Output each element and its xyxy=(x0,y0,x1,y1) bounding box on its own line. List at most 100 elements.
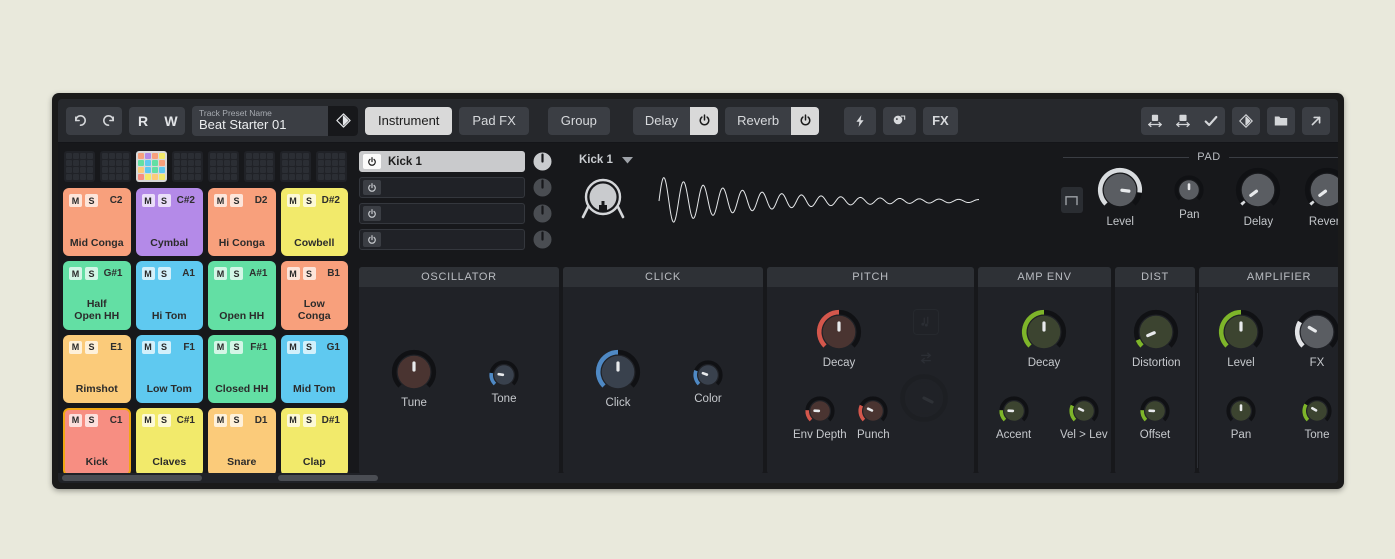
fx-button[interactable]: FX xyxy=(923,106,958,135)
pad-bank-2[interactable] xyxy=(100,151,131,182)
pad-bank-1[interactable] xyxy=(64,151,95,182)
pad-half-open-hh[interactable]: M S G#1 Half Open HH xyxy=(63,261,131,330)
knob-decay[interactable]: Decay xyxy=(1021,309,1067,369)
scrollbar-thumb-main[interactable] xyxy=(278,475,378,481)
layer-power-icon[interactable] xyxy=(363,154,381,169)
pad-open-hh[interactable]: M S A#1 Open HH xyxy=(208,261,276,330)
pad-solo-button[interactable]: S xyxy=(230,267,243,281)
pad-mute-button[interactable]: M xyxy=(69,413,82,427)
pad-solo-button[interactable]: S xyxy=(230,413,243,427)
undo-icon[interactable] xyxy=(66,107,94,135)
write-automation-button[interactable]: W xyxy=(157,107,185,135)
layer-level-knob[interactable] xyxy=(525,230,559,249)
pad-cowbell[interactable]: M S D#2 Cowbell xyxy=(280,188,348,257)
pad-snare[interactable]: M S D1 Snare xyxy=(208,407,276,476)
pad-solo-button[interactable]: S xyxy=(230,340,243,354)
note-sync-icon[interactable] xyxy=(913,309,939,335)
pad-solo-button[interactable]: S xyxy=(157,267,171,281)
knob-level[interactable]: Level xyxy=(1218,309,1264,369)
pad-mute-button[interactable]: M xyxy=(214,340,227,354)
check-icon[interactable] xyxy=(1197,107,1225,135)
layer-level-knob[interactable] xyxy=(525,178,559,197)
pad-mute-button[interactable]: M xyxy=(141,413,155,427)
delay-power-icon[interactable] xyxy=(690,106,719,135)
tab-group[interactable]: Group xyxy=(547,106,610,135)
knob-tone[interactable]: Tone xyxy=(488,359,520,405)
knob-offset[interactable]: Offset xyxy=(1139,395,1171,441)
layer-slot-4[interactable] xyxy=(359,229,525,250)
pad-bank-7[interactable] xyxy=(280,151,311,182)
pad-mute-button[interactable]: M xyxy=(141,340,155,354)
pad-mute-button[interactable]: M xyxy=(214,267,227,281)
pad-low-tom[interactable]: M S F1 Low Tom xyxy=(135,334,203,403)
diamond-icon[interactable] xyxy=(1232,107,1260,135)
knob-accent[interactable]: Accent xyxy=(996,395,1031,441)
tab-pad-fx[interactable]: Pad FX xyxy=(459,106,529,135)
sync-arrow-icon[interactable] xyxy=(913,345,939,371)
resize-width-icon[interactable] xyxy=(1141,107,1169,135)
pad-mid-conga[interactable]: M S C2 Mid Conga xyxy=(63,188,131,257)
pad-solo-button[interactable]: S xyxy=(302,194,316,207)
pad-mute-button[interactable]: M xyxy=(69,267,82,281)
pad-mute-button[interactable]: M xyxy=(141,267,155,281)
pad-bank-3[interactable] xyxy=(136,151,167,182)
layer-level-knob[interactable] xyxy=(525,204,559,223)
pad-rimshot[interactable]: M S E1 Rimshot xyxy=(63,334,131,403)
reverb-label[interactable]: Reverb xyxy=(725,107,791,135)
pad-mute-button[interactable]: M xyxy=(69,340,82,354)
layer-slot-3[interactable] xyxy=(359,203,525,224)
knob-vel-lev[interactable]: Vel > Lev xyxy=(1060,395,1108,441)
read-automation-button[interactable]: R xyxy=(129,107,157,135)
scrollbar-thumb-left[interactable] xyxy=(62,475,202,481)
pad-solo-button[interactable]: S xyxy=(85,413,98,427)
redo-icon[interactable] xyxy=(94,107,122,135)
square-wave-icon[interactable] xyxy=(1061,187,1083,213)
pad-mute-button[interactable]: M xyxy=(141,194,155,207)
pad-solo-button[interactable]: S xyxy=(302,413,316,427)
pad-knob-delay[interactable]: Delay xyxy=(1227,167,1290,228)
expand-arrow-icon[interactable] xyxy=(1302,107,1330,135)
layer-slot-2[interactable] xyxy=(359,177,525,198)
pad-solo-button[interactable]: S xyxy=(157,340,171,354)
resize-list-icon[interactable] xyxy=(1169,107,1197,135)
layer-slot-1[interactable]: Kick 1 xyxy=(359,151,525,172)
folder-icon[interactable] xyxy=(1267,107,1295,135)
layer-power-icon[interactable] xyxy=(363,232,381,247)
pad-solo-button[interactable]: S xyxy=(85,194,98,207)
pad-bank-4[interactable] xyxy=(172,151,203,182)
pad-kick[interactable]: M S C1 Kick xyxy=(63,407,131,476)
pad-solo-button[interactable]: S xyxy=(85,340,98,354)
knob-env-depth[interactable]: Env Depth xyxy=(793,395,847,441)
knob-color[interactable]: Color xyxy=(692,359,724,405)
chevron-down-icon[interactable] xyxy=(621,151,633,169)
pad-bank-6[interactable] xyxy=(244,151,275,182)
pad-solo-button[interactable]: S xyxy=(85,267,98,281)
pad-closed-hh[interactable]: M S F#1 Closed HH xyxy=(208,334,276,403)
pad-knob-pan[interactable]: Pan xyxy=(1158,167,1221,221)
lightning-icon[interactable] xyxy=(844,106,877,135)
pad-solo-button[interactable]: S xyxy=(302,267,316,281)
layer-power-icon[interactable] xyxy=(363,206,381,221)
pad-knob-level[interactable]: Level xyxy=(1089,167,1152,228)
pad-hi-conga[interactable]: M S D2 Hi Conga xyxy=(208,188,276,257)
pad-claves[interactable]: M S C#1 Claves xyxy=(135,407,203,476)
track-preset[interactable]: Track Preset Name Beat Starter 01 xyxy=(192,105,358,136)
pad-knob-reverb[interactable]: Reverb xyxy=(1296,167,1338,228)
pad-low-conga[interactable]: M S B1 Low Conga xyxy=(280,261,348,330)
pad-cymbal[interactable]: M S C#2 Cymbal xyxy=(135,188,203,257)
pad-solo-button[interactable]: S xyxy=(302,340,316,354)
reverb-power-icon[interactable] xyxy=(791,106,820,135)
pad-clap[interactable]: M S D#1 Clap xyxy=(280,407,348,476)
pad-mute-button[interactable]: M xyxy=(286,194,300,207)
knob-tune[interactable]: Tune xyxy=(391,349,437,409)
knob-distortion[interactable]: Distortion xyxy=(1132,309,1181,369)
knob-fx[interactable]: FX xyxy=(1294,309,1338,369)
pad-solo-button[interactable]: S xyxy=(230,194,243,207)
tab-instrument[interactable]: Instrument xyxy=(365,106,453,135)
knob-punch[interactable]: Punch xyxy=(857,395,890,441)
layer-level-knob[interactable] xyxy=(525,152,559,171)
layer-power-icon[interactable] xyxy=(363,180,381,195)
pad-mute-button[interactable]: M xyxy=(286,413,300,427)
knob-tone[interactable]: Tone xyxy=(1301,395,1333,441)
pad-mute-button[interactable]: M xyxy=(214,194,227,207)
